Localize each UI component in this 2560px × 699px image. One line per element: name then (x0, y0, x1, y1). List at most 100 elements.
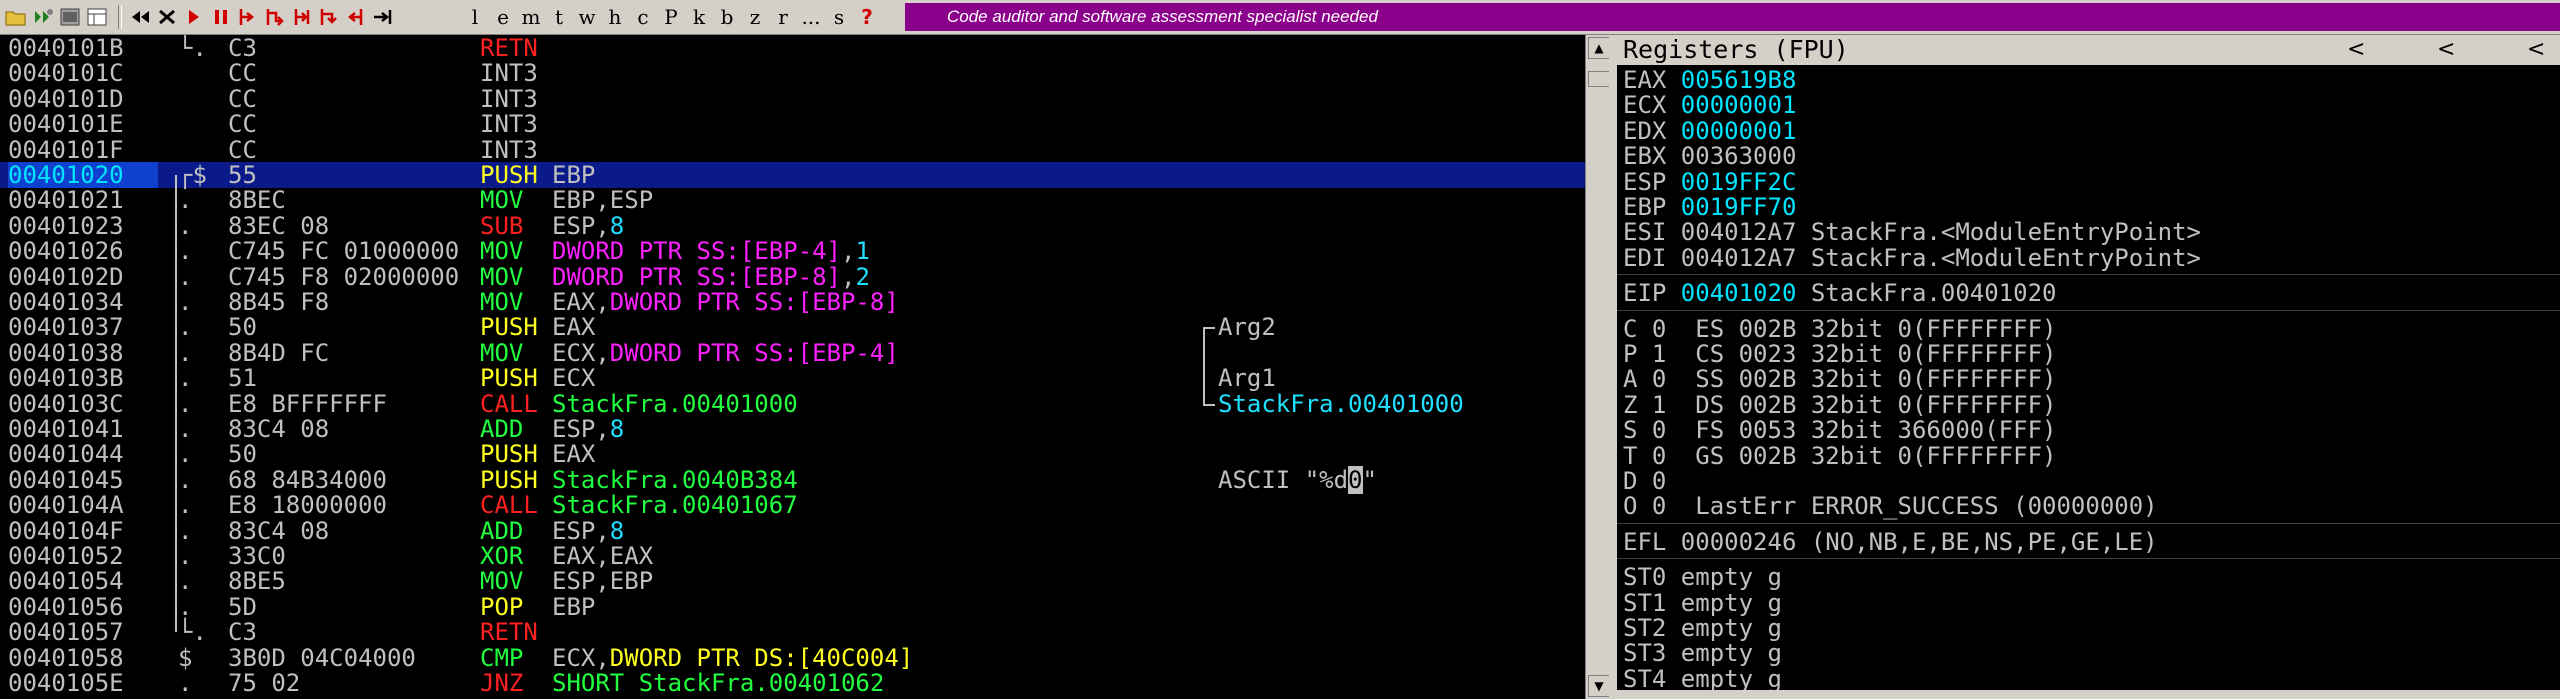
register-eip[interactable]: EIP 00401020 StackFra.00401020 (1623, 280, 2056, 306)
rewind-icon[interactable] (128, 5, 152, 29)
register-edx[interactable]: EDX 00000001 (1623, 118, 1796, 144)
run-icon[interactable] (182, 5, 206, 29)
disassembly-scrollbar[interactable]: ▲ ▼ (1585, 35, 1610, 699)
step-into-icon[interactable] (236, 5, 260, 29)
register-eax[interactable]: EAX 005619B8 (1623, 67, 1796, 93)
registers-prev-view-icon-2[interactable]: < (2437, 35, 2455, 65)
disasm-operands: SHORT StackFra.00401062 (552, 669, 885, 697)
execute-till-return-icon[interactable] (344, 5, 368, 29)
disasm-mnemonic: PUSH (480, 313, 538, 342)
help-button[interactable]: ? (856, 4, 878, 30)
disasm-row[interactable]: 00401034. 8B45 F8 MOV EAX,DWORD PTR SS:[EBP… (0, 289, 1585, 315)
disasm-flow-mark: . (178, 389, 193, 418)
windows-window-button[interactable]: w (576, 4, 598, 30)
disasm-row[interactable]: 0040101E CC INT3 (0, 111, 1585, 137)
fpu-register[interactable]: ST3 empty g (1623, 640, 1782, 666)
register-efl[interactable]: EFL 00000246 (NO,NB,E,BE,NS,PE,GE,LE) (1623, 529, 2158, 555)
disasm-row[interactable]: 0040103B. 51 PUSH ECX Arg1 (0, 365, 1585, 391)
disasm-row[interactable]: 00401058 $3B0D 04C04000 CMP ECX,DWORD PTR D… (0, 645, 1585, 671)
disasm-address: 0040103B (8, 364, 124, 393)
disasm-row[interactable]: 00401057 └. C3 RETN (0, 619, 1585, 645)
disasm-row[interactable]: 00401037. 50 PUSH EAX Arg2 (0, 314, 1585, 340)
disasm-row[interactable]: 00401054. 8BE5 MOV ESP,EBP (0, 568, 1585, 594)
register-edi[interactable]: EDI 004012A7 StackFra.<ModuleEntryPoint> (1623, 245, 2201, 271)
console-icon[interactable] (58, 5, 82, 29)
flags-segment-row[interactable]: D 0 (1623, 468, 1666, 494)
disasm-row[interactable]: 00401023. 83EC 08 SUB ESP,8 (0, 213, 1585, 239)
disasm-row[interactable]: 0040101B └. C3 RETN (0, 35, 1585, 61)
toolbar-separator (118, 5, 122, 29)
patches-window-button[interactable]: P (660, 4, 682, 30)
register-ebx[interactable]: EBX 00363000 (1623, 143, 1796, 169)
register-ecx[interactable]: ECX 00000001 (1623, 92, 1796, 118)
disasm-address: 0040101B (8, 35, 124, 62)
flags-segment-row[interactable]: A 0 SS 002B 32bit 0(FFFFFFFF) (1623, 366, 2056, 392)
flags-segment-row[interactable]: S 0 FS 0053 32bit 366000(FFF) (1623, 417, 2056, 443)
flags-segment-row[interactable]: C 0 ES 002B 32bit 0(FFFFFFFF) (1623, 316, 2056, 342)
pane-splitter[interactable] (1609, 35, 1617, 699)
close-process-icon[interactable] (155, 5, 179, 29)
cpu-window-button[interactable]: c (632, 4, 654, 30)
flags-segment-row[interactable]: Z 1 DS 002B 32bit 0(FFFFFFFF) (1623, 392, 2056, 418)
log-window-button[interactable]: l (464, 4, 486, 30)
disasm-row[interactable]: 0040103C. E8 BFFFFFFF CALL StackFra.0040100… (0, 391, 1585, 417)
step-over-icon[interactable] (263, 5, 287, 29)
memory-window-button[interactable]: m (520, 4, 542, 30)
registers-pane[interactable]: Registers (FPU) < < < EAX 005619B8 ECX 00… (1617, 35, 2560, 699)
call-stack-window-button[interactable]: k (688, 4, 710, 30)
references-window-button[interactable]: r (772, 4, 794, 30)
disasm-address: 00401038 (8, 338, 124, 367)
ad-banner[interactable]: Code auditor and software assessment spe… (905, 3, 2560, 31)
disasm-row[interactable]: 00401021. 8BEC MOV EBP,ESP (0, 187, 1585, 213)
disasm-row[interactable]: 00401041. 83C4 08 ADD ESP,8 (0, 416, 1585, 442)
disasm-row[interactable]: 0040101C CC INT3 (0, 60, 1585, 86)
register-ebp[interactable]: EBP 0019FF70 (1623, 194, 1796, 220)
disassembly-pane[interactable]: 0040101B └. C3 RETN 0040101C CC INT3 0040101D CC… (0, 35, 1585, 699)
fpu-register[interactable]: ST2 empty g (1623, 615, 1782, 641)
hw-breakpoints-window-button[interactable]: z (744, 4, 766, 30)
modules-window-button[interactable]: e (492, 4, 514, 30)
disasm-row[interactable]: 0040101D CC INT3 (0, 86, 1585, 112)
disasm-operands: EBP (552, 161, 596, 189)
handles-window-button[interactable]: h (604, 4, 626, 30)
disasm-row[interactable]: 00401044. 50 PUSH EAX (0, 441, 1585, 467)
run-trace-window-button[interactable]: ... (800, 4, 822, 30)
disasm-hex-dump: 83C4 08 (228, 517, 330, 544)
disasm-row[interactable]: 00401026. C745 FC 01000000 MOV DWORD PTR SS… (0, 238, 1585, 264)
fpu-register[interactable]: ST0 empty g (1623, 564, 1782, 590)
pause-icon[interactable] (209, 5, 233, 29)
source-window-button[interactable]: s (828, 4, 850, 30)
register-esi[interactable]: ESI 004012A7 StackFra.<ModuleEntryPoint> (1623, 219, 2201, 245)
disasm-row[interactable]: 0040102D. C745 F8 02000000 MOV DWORD PTR SS… (0, 264, 1585, 290)
disasm-hex-dump: C745 F8 02000000 (228, 263, 460, 290)
disasm-row[interactable]: 00401052. 33C0 XOR EAX,EAX (0, 543, 1585, 569)
restart-icon[interactable] (31, 5, 55, 29)
disasm-row[interactable]: 00401056. 5D POP EBP (0, 594, 1585, 620)
breakpoints-window-button[interactable]: b (716, 4, 738, 30)
disasm-row[interactable]: 00401045. 68 84B34000 PUSH StackFra.0040B38… (0, 465, 1585, 494)
scroll-down-icon[interactable]: ▼ (1588, 675, 1610, 697)
trace-into-icon[interactable] (290, 5, 314, 29)
disasm-row[interactable]: 0040101F CC INT3 (0, 137, 1585, 163)
disasm-row[interactable]: 0040104F. 83C4 08 ADD ESP,8 (0, 518, 1585, 544)
disasm-row[interactable]: 0040104A. E8 18000000 CALL StackFra.0040106… (0, 492, 1585, 518)
registers-prev-view-icon[interactable]: < (2347, 35, 2365, 65)
windows-icon[interactable] (85, 5, 109, 29)
open-icon[interactable] (4, 5, 28, 29)
trace-over-icon[interactable] (317, 5, 341, 29)
go-to-icon[interactable] (371, 5, 395, 29)
scroll-up-icon[interactable]: ▲ (1588, 37, 1610, 59)
scroll-thumb[interactable] (1588, 71, 1610, 87)
disasm-row[interactable]: 0040105E. 75 02 JNZ SHORT StackFra.00401062 (0, 670, 1585, 696)
register-esp[interactable]: ESP 0019FF2C (1623, 169, 1796, 195)
fpu-register[interactable]: ST1 empty g (1623, 590, 1782, 616)
registers-prev-view-icon-3[interactable]: < (2527, 35, 2545, 65)
flags-segment-row[interactable]: T 0 GS 002B 32bit 0(FFFFFFFF) (1623, 443, 2056, 469)
flags-segment-row[interactable]: P 1 CS 0023 32bit 0(FFFFFFFF) (1623, 341, 2056, 367)
fpu-register[interactable]: ST4 empty g (1623, 666, 1782, 692)
flags-segment-row[interactable]: O 0 LastErr ERROR_SUCCESS (00000000) (1623, 493, 2158, 519)
disasm-address: 00401054 (8, 567, 124, 596)
disasm-row[interactable]: 00401020 ┌$ 55 PUSH EBP (0, 162, 1585, 188)
disasm-row[interactable]: 00401038. 8B4D FC MOV ECX,DWORD PTR SS:[EBP… (0, 340, 1585, 366)
threads-window-button[interactable]: t (548, 4, 570, 30)
